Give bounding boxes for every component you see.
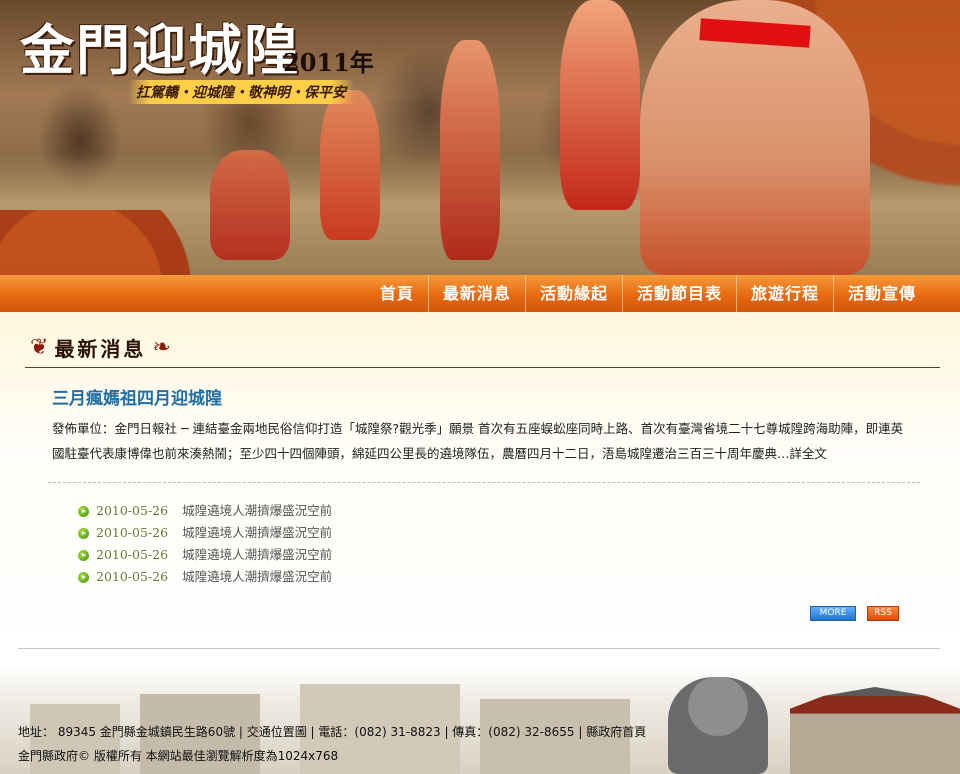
news-date: 2010-05-26 (96, 569, 169, 584)
list-item[interactable]: 2010-05-26 城隍遶境人潮擠爆盛況空前 (78, 566, 332, 588)
featured-headline[interactable]: 三月瘋媽祖四月迎城隍 (52, 384, 222, 409)
nav-item-home[interactable]: 首頁 (366, 275, 428, 312)
news-list: 2010-05-26 城隍遶境人潮擠爆盛況空前 2010-05-26 城隍遶境人… (78, 500, 332, 588)
news-title[interactable]: 城隍遶境人潮擠爆盛況空前 (182, 566, 332, 588)
bullet-arrow-icon (78, 505, 89, 517)
rss-button[interactable]: RSS (867, 606, 899, 621)
news-title[interactable]: 城隍遶境人潮擠爆盛況空前 (182, 500, 332, 522)
logo-slogan: 扛駕轎・迎城隍・敬神明・保平安 (128, 80, 354, 104)
left-ornament-icon: ❦ (30, 334, 49, 360)
nav-item-promotion[interactable]: 活動宣傳 (832, 275, 930, 312)
nav-item-tour[interactable]: 旅遊行程 (735, 275, 833, 312)
footer-copyright: 金門縣政府© 版權所有 本網站最佳瀏覽解析度為1024x768 (18, 749, 339, 763)
bullet-arrow-icon (78, 571, 89, 583)
more-button[interactable]: MORE (810, 606, 856, 621)
list-item[interactable]: 2010-05-26 城隍遶境人潮擠爆盛況空前 (78, 544, 332, 566)
bullet-arrow-icon (78, 549, 89, 561)
news-title[interactable]: 城隍遶境人潮擠爆盛況空前 (182, 522, 332, 544)
divider (25, 367, 940, 368)
news-date: 2010-05-26 (96, 547, 169, 562)
main-content: ❦ 最新消息 ❧ 三月瘋媽祖四月迎城隍 發佈單位：金門日報社 ─ 連結臺金兩地民… (0, 312, 960, 667)
news-title[interactable]: 城隍遶境人潮擠爆盛況空前 (182, 544, 332, 566)
news-date: 2010-05-26 (96, 525, 169, 540)
featured-summary: 發佈單位：金門日報社 ─ 連結臺金兩地民俗信仰打造「城隍祭?觀光季」願景 首次有… (52, 421, 904, 461)
bullet-arrow-icon (78, 527, 89, 539)
nav-item-schedule[interactable]: 活動節目表 (621, 275, 736, 312)
list-item[interactable]: 2010-05-26 城隍遶境人潮擠爆盛況空前 (78, 500, 332, 522)
main-nav: 首頁 最新消息 活動緣起 活動節目表 旅遊行程 活動宣傳 (0, 275, 960, 312)
right-ornament-icon: ❧ (152, 334, 171, 360)
section-title: 最新消息 (54, 336, 147, 361)
dotted-divider (48, 482, 920, 483)
news-date: 2010-05-26 (96, 503, 169, 518)
temple-roof-image (790, 687, 960, 774)
site-logo: 金門迎城隍 (20, 18, 300, 82)
stone-lion-image (668, 677, 768, 774)
list-item[interactable]: 2010-05-26 城隍遶境人潮擠爆盛況空前 (78, 522, 332, 544)
content-bottom-divider (18, 648, 940, 649)
banner: 金門迎城隍 2011年 扛駕轎・迎城隍・敬神明・保平安 (0, 0, 960, 275)
footer-address: 地址： 89345 金門縣金城鎮民生路60號 | 交通位置圖 | 電話：(082… (18, 725, 647, 739)
section-heading: ❦ 最新消息 ❧ (30, 332, 171, 362)
nav-item-news[interactable]: 最新消息 (427, 275, 525, 312)
nav-item-origin[interactable]: 活動緣起 (524, 275, 622, 312)
logo-year: 2011年 (283, 48, 374, 77)
footer: 地址： 89345 金門縣金城鎮民生路60號 | 交通位置圖 | 電話：(082… (0, 667, 960, 774)
